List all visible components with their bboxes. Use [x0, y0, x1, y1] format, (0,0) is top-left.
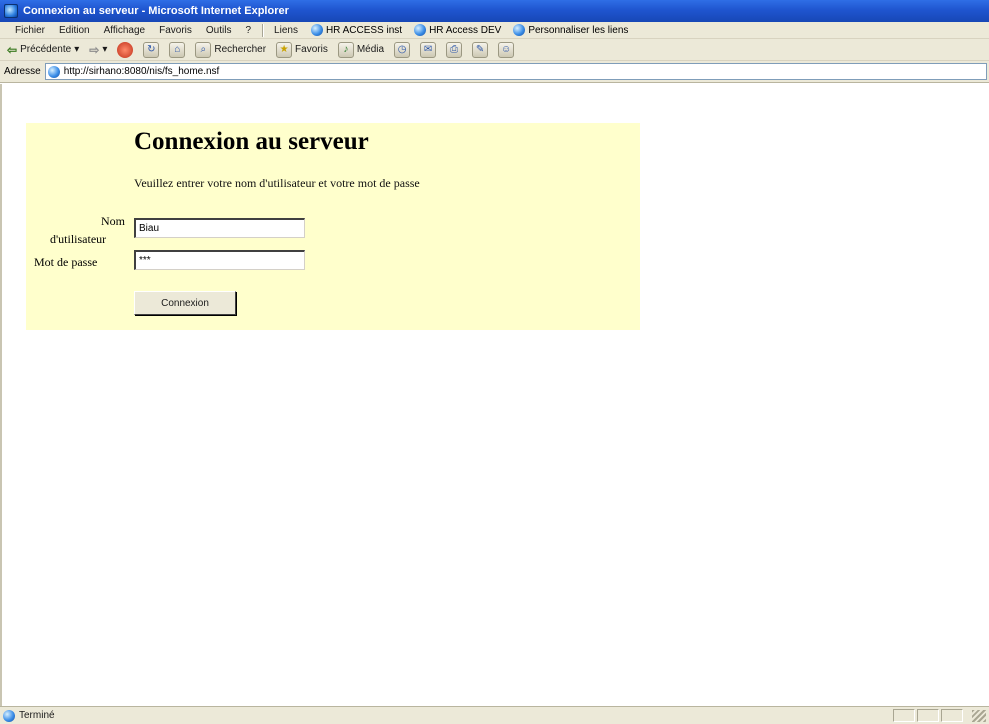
address-url: http://sirhano:8080/nis/fs_home.nsf	[63, 66, 220, 77]
username-input[interactable]	[134, 218, 305, 238]
status-pane	[941, 709, 963, 722]
status-pane	[917, 709, 939, 722]
connexion-button[interactable]: Connexion	[134, 291, 236, 315]
back-button[interactable]: ⇦ Précédente ▾	[4, 43, 82, 57]
media-label: Média	[356, 44, 385, 55]
home-button[interactable]: ⌂	[166, 41, 188, 58]
messenger-button[interactable]: ☺	[495, 41, 517, 58]
page-icon	[414, 24, 427, 36]
status-panes	[893, 709, 963, 722]
status-bar: Terminé	[0, 706, 989, 724]
back-label: Précédente	[20, 44, 72, 55]
page-icon	[47, 65, 60, 78]
messenger-icon: ☺	[498, 41, 515, 58]
history-button[interactable]: ◷	[391, 41, 413, 58]
mail-button[interactable]: ✉	[417, 41, 439, 58]
media-icon: ♪	[337, 41, 354, 58]
ie-logo-icon	[4, 4, 18, 18]
password-label: Mot de passe	[34, 255, 98, 269]
link-personnaliser[interactable]: Personnaliser les liens	[507, 24, 634, 36]
print-icon: ⎙	[446, 41, 463, 58]
edit-button[interactable]: ✎	[469, 41, 491, 58]
menu-fichier[interactable]: Fichier	[8, 25, 52, 36]
page-icon	[310, 24, 323, 36]
menu-affichage[interactable]: Affichage	[97, 25, 153, 36]
favorites-button[interactable]: ★ Favoris	[273, 41, 331, 58]
refresh-button[interactable]: ↻	[140, 41, 162, 58]
favorites-icon: ★	[276, 41, 293, 58]
login-panel: Connexion au serveur Veuillez entrer vot…	[26, 123, 640, 330]
resize-grip-icon[interactable]	[972, 710, 986, 722]
title-bar: Connexion au serveur - Microsoft Interne…	[0, 0, 989, 22]
edit-icon: ✎	[472, 41, 489, 58]
stop-icon	[117, 41, 134, 58]
username-label-line1: Nom	[101, 214, 125, 228]
username-label-line2: d'utilisateur	[50, 232, 107, 246]
link-hr-access-inst[interactable]: HR ACCESS inst	[305, 24, 408, 36]
password-input[interactable]	[134, 250, 305, 270]
address-bar: Adresse http://sirhano:8080/nis/fs_home.…	[0, 61, 989, 83]
menu-bar: Fichier Edition Affichage Favoris Outils…	[0, 22, 989, 39]
home-icon: ⌂	[169, 41, 186, 58]
standard-toolbar: ⇦ Précédente ▾ ⇨ ▾ ↻ ⌂ ⌕ Rechercher ★ Fa…	[0, 39, 989, 61]
forward-button[interactable]: ⇨ ▾	[86, 43, 110, 57]
status-text: Terminé	[19, 710, 55, 721]
page-content: Connexion au serveur Veuillez entrer vot…	[0, 84, 989, 706]
menu-favoris[interactable]: Favoris	[152, 25, 199, 36]
login-instruction: Veuillez entrer votre nom d'utilisateur …	[134, 176, 420, 190]
back-arrow-icon: ⇦	[7, 42, 18, 57]
search-button[interactable]: ⌕ Rechercher	[192, 41, 269, 58]
dropdown-arrow-icon: ▾	[74, 44, 80, 55]
page-icon	[513, 24, 526, 36]
mail-icon: ✉	[420, 41, 437, 58]
menu-edition[interactable]: Edition	[52, 25, 97, 36]
favorites-label: Favoris	[295, 44, 328, 55]
print-button[interactable]: ⎙	[443, 41, 465, 58]
media-button[interactable]: ♪ Média	[335, 41, 387, 58]
stop-button[interactable]	[114, 41, 136, 58]
link-label: HR ACCESS inst	[325, 24, 403, 36]
menu-outils[interactable]: Outils	[199, 25, 239, 36]
refresh-icon: ↻	[143, 41, 160, 58]
link-hr-access-dev[interactable]: HR Access DEV	[408, 24, 507, 36]
window-title: Connexion au serveur - Microsoft Interne…	[23, 5, 289, 17]
page-done-icon	[3, 709, 15, 722]
page-title: Connexion au serveur	[134, 128, 369, 155]
status-pane	[893, 709, 915, 722]
address-field[interactable]: http://sirhano:8080/nis/fs_home.nsf	[44, 63, 987, 80]
address-label: Adresse	[4, 66, 41, 77]
menu-help[interactable]: ?	[238, 25, 258, 36]
history-icon: ◷	[394, 41, 411, 58]
forward-arrow-icon: ⇨	[89, 42, 100, 57]
search-icon: ⌕	[195, 41, 212, 58]
link-label: HR Access DEV	[429, 24, 502, 36]
dropdown-arrow-icon: ▾	[102, 44, 108, 55]
link-label: Personnaliser les liens	[528, 24, 629, 36]
search-label: Rechercher	[214, 44, 267, 55]
menu-separator	[262, 23, 264, 37]
links-label: Liens	[274, 24, 298, 36]
